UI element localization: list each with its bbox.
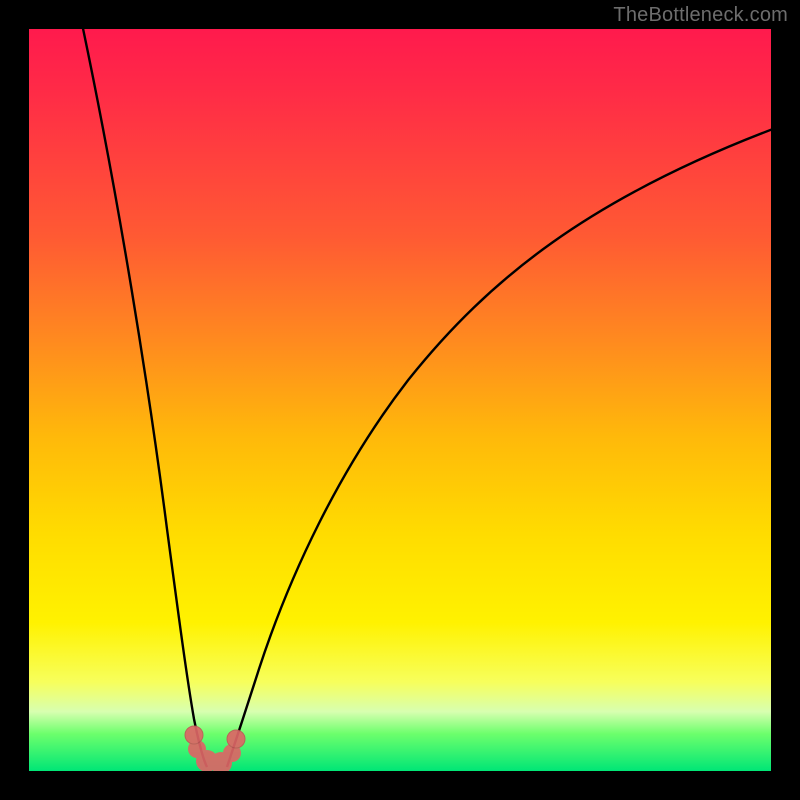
curve-right [227, 129, 771, 767]
valley-marker [185, 726, 245, 771]
curves-layer [29, 29, 771, 771]
curve-left [81, 29, 207, 767]
attribution-text: TheBottleneck.com [613, 4, 788, 27]
plot-area [29, 29, 771, 771]
chart-container: TheBottleneck.com [0, 0, 800, 800]
